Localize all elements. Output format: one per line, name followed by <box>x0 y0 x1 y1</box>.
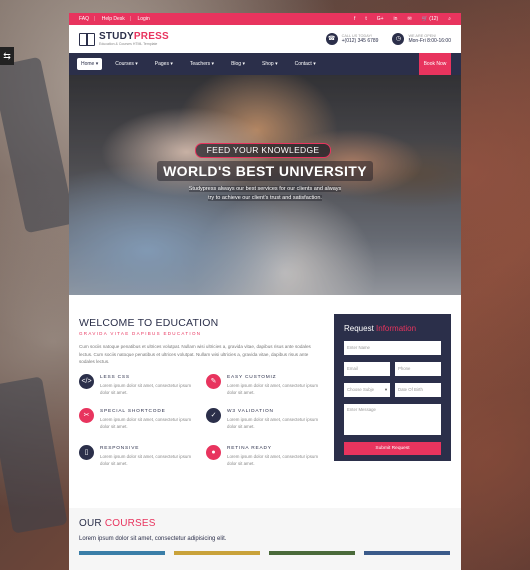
mobile-icon: ▯ <box>79 445 94 460</box>
background-device <box>0 56 76 234</box>
nav-courses[interactable]: Courses ▾ <box>111 58 142 70</box>
google-plus-icon[interactable]: G+ <box>377 16 384 22</box>
location-icon: ● <box>206 445 221 460</box>
name-field[interactable]: Enter Name <box>344 341 441 355</box>
cart-link[interactable]: 🛒 (12) <box>422 16 439 22</box>
main-nav: Home ▾ Courses ▾ Pages ▾ Teachers ▾ Blog… <box>69 53 461 75</box>
courses-tagline: Lorem ipsum dolor sit amet, consectetur … <box>79 536 227 542</box>
help-desk-link[interactable]: Help Desk <box>102 16 125 22</box>
course-thumbnail[interactable] <box>269 551 355 555</box>
scissors-icon: ✂ <box>79 408 94 423</box>
feature-less-css: </> LESS CSS Lorem ipsum dolor sit amet, … <box>79 374 194 396</box>
email-field[interactable]: Email <box>344 362 390 376</box>
feature-retina-ready: ● RETINA READY Lorem ipsum dolor sit amet… <box>206 445 321 467</box>
linkedin-icon[interactable]: in <box>394 16 398 22</box>
hero-pill: FEED YOUR KNOWLEDGE <box>195 143 331 158</box>
website-page: FAQ | Help Desk | Login f t G+ in ✉ 🛒 (12)… <box>69 13 461 570</box>
phone-field[interactable]: Phone <box>395 362 441 376</box>
cart-icon: 🛒 <box>421 16 428 22</box>
twitter-icon[interactable]: t <box>365 16 366 22</box>
phone-icon: ☎ <box>325 33 338 45</box>
login-link[interactable]: Login <box>138 16 150 22</box>
hero-subtitle: Studypress always our best services for … <box>188 186 342 201</box>
faq-link[interactable]: FAQ <box>79 16 89 22</box>
phone-number: +(012) 345 6789 <box>341 38 379 44</box>
book-now-button[interactable]: Book Now <box>419 53 451 75</box>
welcome-kicker: GRAVIDA VITAE DAPIBUS EDUCATION <box>79 331 202 336</box>
top-bar: FAQ | Help Desk | Login f t G+ in ✉ 🛒 (12)… <box>69 13 461 25</box>
feature-responsive: ▯ RESPONSIVE Lorem ipsum dolor sit amet, … <box>79 445 194 467</box>
welcome-intro: Cum sociis natoque penatibus et ultrices… <box>79 344 311 364</box>
logo-tagline: Education & Courses HTML Template <box>99 42 158 46</box>
course-thumbnail[interactable] <box>364 551 450 555</box>
courses-title: OUR COURSES <box>79 518 156 529</box>
welcome-title: WELCOME TO EDUCATION <box>79 317 219 329</box>
feature-easy-customize: ✎ EASY CUSTOMIZ Lorem ipsum dolor sit ame… <box>206 374 321 396</box>
site-logo[interactable]: STUDYPRESS Education & Courses HTML Temp… <box>79 32 169 46</box>
facebook-icon[interactable]: f <box>354 16 355 22</box>
search-icon[interactable]: ⌕ <box>448 16 451 22</box>
submit-request-button[interactable]: Submit Request <box>344 442 441 455</box>
phone-contact: ☎ CALL US TODAY! +(012) 345 6789 <box>325 33 379 45</box>
subject-select[interactable]: Choose Subje <box>344 383 390 397</box>
logo-main: STUDY <box>99 31 134 42</box>
pencil-icon: ✎ <box>206 374 221 389</box>
settings-toggle-icon[interactable]: ⇆ <box>0 47 14 65</box>
nav-pages[interactable]: Pages ▾ <box>151 58 177 70</box>
nav-shop[interactable]: Shop ▾ <box>258 58 282 70</box>
feature-w3-validation: ✓ W3 VALIDATION Lorem ipsum dolor sit ame… <box>206 408 321 430</box>
nav-home[interactable]: Home ▾ <box>77 58 103 70</box>
site-header: STUDYPRESS Education & Courses HTML Temp… <box>69 25 461 53</box>
message-field[interactable]: Enter Message <box>344 404 441 435</box>
courses-section: OUR COURSES Lorem ipsum dolor sit amet, … <box>69 508 461 570</box>
hero-banner: FEED YOUR KNOWLEDGE WORLD'S BEST UNIVERS… <box>69 75 461 295</box>
nav-contact[interactable]: Contact ▾ <box>291 58 320 70</box>
request-information-form: Request Information Enter Name Email Pho… <box>334 314 451 461</box>
cart-count: (12) <box>429 16 439 22</box>
nav-blog[interactable]: Blog ▾ <box>227 58 249 70</box>
mail-icon[interactable]: ✉ <box>407 16 411 22</box>
feature-special-shortcode: ✂ SPECIAL SHORTCODE Lorem ipsum dolor sit… <box>79 408 194 430</box>
course-thumbnail[interactable] <box>79 551 165 555</box>
hero-headline: WORLD'S BEST UNIVERSITY <box>69 161 461 181</box>
form-title: Request Information <box>344 324 417 333</box>
date-of-birth-field[interactable]: Date Of Birth <box>395 383 441 397</box>
check-icon: ✓ <box>206 408 221 423</box>
code-icon: </> <box>79 374 94 389</box>
nav-teachers[interactable]: Teachers ▾ <box>186 58 218 70</box>
hours-value: Mon-Fri 8:00-16:00 <box>408 38 451 44</box>
clock-icon: ◷ <box>392 33 405 45</box>
logo-accent: PRESS <box>133 31 169 42</box>
welcome-section: WELCOME TO EDUCATION GRAVIDA VITAE DAPIB… <box>69 295 461 485</box>
book-icon <box>79 32 95 46</box>
course-thumbnail[interactable] <box>174 551 260 555</box>
background-device <box>0 376 68 534</box>
opening-hours: ◷ WE ARE OPEN! Mon-Fri 8:00-16:00 <box>392 33 451 45</box>
